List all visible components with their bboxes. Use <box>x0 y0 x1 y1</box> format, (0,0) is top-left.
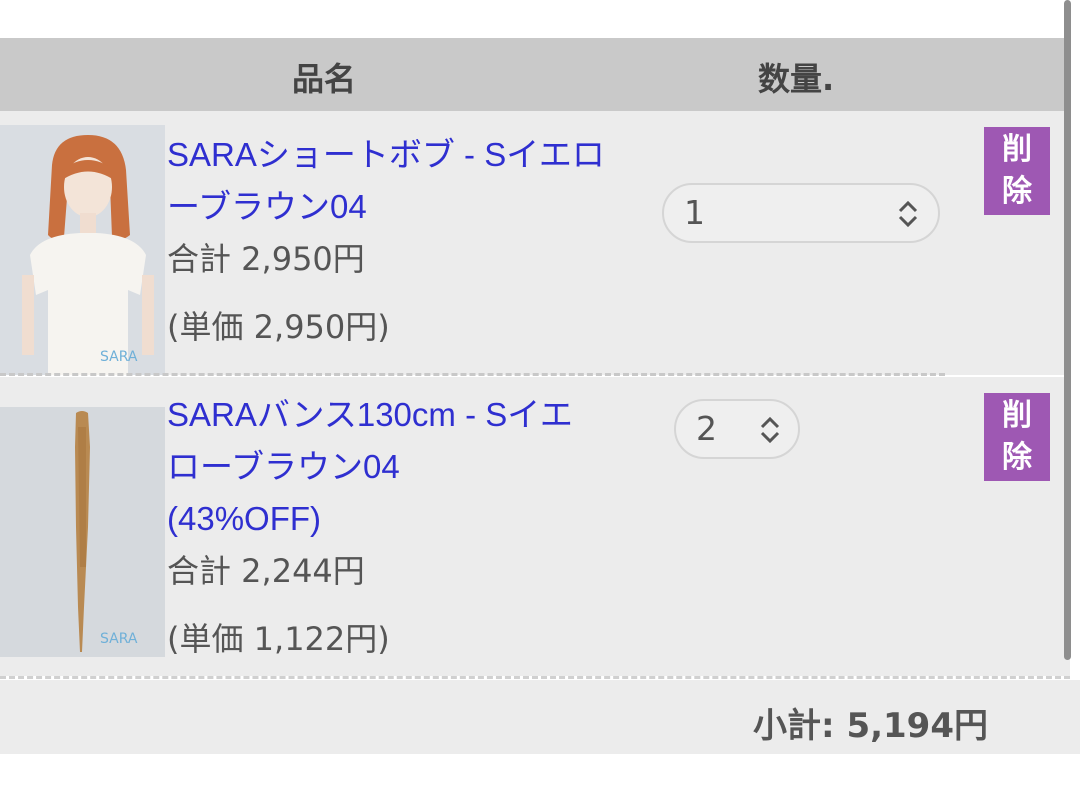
delete-label: 除 <box>1002 174 1032 209</box>
product-image[interactable]: SARA <box>0 407 165 657</box>
product-title-line[interactable]: ローブラウン04 <box>167 441 657 493</box>
product-title-line[interactable]: ーブラウン04 <box>167 181 657 233</box>
delete-button[interactable]: 削 除 <box>984 393 1050 481</box>
column-header-quantity: 数量. <box>758 60 835 98</box>
cart-footer: 小計: 5,194円 <box>0 680 1080 754</box>
column-header-name: 品名 <box>292 60 357 98</box>
product-title-link[interactable]: SARAショートボブ - Sイエロ ーブラウン04 <box>167 129 657 233</box>
product-photo-ponytail: SARA <box>0 407 165 657</box>
unit-price: (単価 2,950円) <box>167 308 390 346</box>
product-photo-short-bob: SARA <box>0 125 165 375</box>
product-title-line[interactable]: (43%OFF) <box>167 493 657 545</box>
row-divider <box>0 373 945 376</box>
chevron-up-down-icon <box>760 416 780 444</box>
product-info: SARAショートボブ - Sイエロ ーブラウン04 合計 2,950円 (単価 … <box>167 129 657 353</box>
cart-table-header: 品名 数量. <box>0 38 1070 111</box>
quantity-value: 1 <box>684 193 705 232</box>
chevron-up-down-icon <box>898 200 918 228</box>
quantity-select[interactable]: 1 <box>662 183 940 243</box>
svg-text:SARA: SARA <box>100 631 138 647</box>
line-total: 合計 2,244円 <box>167 552 365 590</box>
product-title-link[interactable]: SARAバンス130cm - Sイエ ローブラウン04 (43%OFF) <box>167 389 657 545</box>
delete-label: 削 <box>1002 398 1032 433</box>
quantity-value: 2 <box>696 409 717 448</box>
delete-label: 除 <box>1002 440 1032 475</box>
delete-button[interactable]: 削 除 <box>984 127 1050 215</box>
product-image[interactable]: SARA <box>0 125 165 375</box>
svg-text:SARA: SARA <box>100 349 138 365</box>
delete-label: 削 <box>1002 132 1032 167</box>
footer-divider <box>0 676 1070 679</box>
line-total: 合計 2,950円 <box>167 240 365 278</box>
cart-row: SARA SARAバンス130cm - Sイエ ローブラウン04 (43%OFF… <box>0 377 1070 676</box>
cart-row: SARA SARAショートボブ - Sイエロ ーブラウン04 合計 2,950円… <box>0 111 1070 375</box>
subtotal: 小計: 5,194円 <box>753 706 988 746</box>
product-info: SARAバンス130cm - Sイエ ローブラウン04 (43%OFF) 合計 … <box>167 389 657 665</box>
quantity-select[interactable]: 2 <box>674 399 800 459</box>
product-title-line[interactable]: SARAバンス130cm - Sイエ <box>167 389 657 441</box>
product-title-line[interactable]: SARAショートボブ - Sイエロ <box>167 129 657 181</box>
unit-price: (単価 1,122円) <box>167 620 390 658</box>
scrollbar[interactable] <box>1064 0 1071 660</box>
